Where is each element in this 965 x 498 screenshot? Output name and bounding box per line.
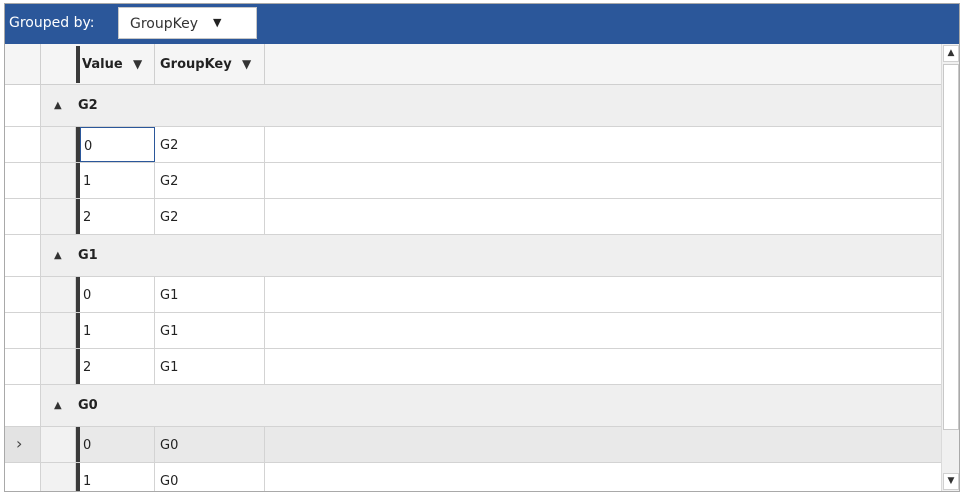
group-label: G0 xyxy=(78,398,98,413)
group-label: G2 xyxy=(78,98,98,113)
vertical-scrollbar[interactable]: ▲ ▼ xyxy=(941,44,959,491)
chevron-right-icon: › xyxy=(16,434,23,453)
value-cell[interactable]: 2 xyxy=(80,349,155,384)
row-indicator-cell[interactable]: › xyxy=(5,427,41,462)
data-grid: Value ▼ GroupKey ▼ ▲ G2 0 G2 1 G2 2 G2 ▲ G1 0 G1 1 G1… xyxy=(5,44,941,491)
header-divider xyxy=(40,44,41,84)
group-by-combo[interactable]: GroupKey ▼ xyxy=(118,7,257,39)
group-header-row[interactable]: ▲ G2 xyxy=(5,85,941,127)
table-row[interactable]: 0 G1 xyxy=(5,277,941,313)
grid-view-window: Grouped by: GroupKey ▼ Value ▼ GroupKey … xyxy=(4,3,960,492)
scroll-up-icon[interactable]: ▲ xyxy=(943,45,959,62)
table-row[interactable]: 2 G1 xyxy=(5,349,941,385)
group-indent-cell xyxy=(41,349,76,384)
group-header-row[interactable]: ▲ G0 xyxy=(5,385,941,427)
group-indent-cell xyxy=(41,127,76,162)
row-indicator-cell[interactable] xyxy=(5,313,41,348)
groupkey-cell[interactable]: G1 xyxy=(155,313,265,348)
value-cell[interactable]: 0 xyxy=(80,127,155,162)
header-divider xyxy=(154,44,155,84)
grouped-by-label: Grouped by: xyxy=(9,15,95,31)
triangle-up-icon[interactable]: ▲ xyxy=(54,100,62,111)
groupkey-cell[interactable]: G0 xyxy=(155,463,265,491)
row-indicator-cell[interactable] xyxy=(5,199,41,234)
triangle-down-icon[interactable]: ▼ xyxy=(213,16,221,29)
value-cell[interactable]: 0 xyxy=(80,277,155,312)
value-cell[interactable]: 0 xyxy=(80,427,155,462)
group-indent-cell xyxy=(41,277,76,312)
table-row[interactable]: 1 G0 xyxy=(5,463,941,491)
group-indent-cell xyxy=(41,463,76,491)
table-row[interactable]: 1 G1 xyxy=(5,313,941,349)
column-header-row: Value ▼ GroupKey ▼ xyxy=(5,44,941,85)
group-indent-cell xyxy=(41,427,76,462)
value-cell[interactable]: 1 xyxy=(80,313,155,348)
group-indent-cell xyxy=(41,313,76,348)
group-indent-bar xyxy=(76,46,80,83)
column-header-groupkey[interactable]: GroupKey xyxy=(160,57,232,72)
groupkey-cell[interactable]: G1 xyxy=(155,349,265,384)
group-indent-cell xyxy=(41,199,76,234)
filter-icon[interactable]: ▼ xyxy=(133,57,142,71)
row-indicator-cell[interactable] xyxy=(5,235,41,276)
value-cell[interactable]: 1 xyxy=(80,463,155,491)
row-indicator-cell[interactable] xyxy=(5,349,41,384)
groupkey-cell[interactable]: G2 xyxy=(155,163,265,198)
table-row[interactable]: › 0 G0 xyxy=(5,427,941,463)
header-divider xyxy=(264,44,265,84)
triangle-up-icon[interactable]: ▲ xyxy=(54,400,62,411)
groupkey-cell[interactable]: G2 xyxy=(155,199,265,234)
row-indicator-cell[interactable] xyxy=(5,463,41,491)
groupkey-cell[interactable]: G1 xyxy=(155,277,265,312)
groupkey-cell[interactable]: G0 xyxy=(155,427,265,462)
grouping-toolbar: Grouped by: GroupKey ▼ xyxy=(5,4,959,44)
row-indicator-cell[interactable] xyxy=(5,85,41,126)
triangle-up-icon[interactable]: ▲ xyxy=(54,250,62,261)
group-by-combo-value: GroupKey xyxy=(130,16,199,32)
scroll-down-icon[interactable]: ▼ xyxy=(943,473,959,490)
group-header-row[interactable]: ▲ G1 xyxy=(5,235,941,277)
scrollbar-thumb[interactable] xyxy=(943,64,959,430)
column-header-value[interactable]: Value xyxy=(82,57,123,72)
row-indicator-cell[interactable] xyxy=(5,277,41,312)
value-cell[interactable]: 2 xyxy=(80,199,155,234)
row-indicator-cell[interactable] xyxy=(5,127,41,162)
value-cell[interactable]: 1 xyxy=(80,163,155,198)
table-row[interactable]: 1 G2 xyxy=(5,163,941,199)
filter-icon[interactable]: ▼ xyxy=(242,57,251,71)
row-indicator-cell[interactable] xyxy=(5,163,41,198)
row-indicator-cell[interactable] xyxy=(5,385,41,426)
groupkey-cell[interactable]: G2 xyxy=(155,127,265,162)
table-row[interactable]: 2 G2 xyxy=(5,199,941,235)
table-row[interactable]: 0 G2 xyxy=(5,127,941,163)
group-label: G1 xyxy=(78,248,98,263)
group-indent-cell xyxy=(41,163,76,198)
